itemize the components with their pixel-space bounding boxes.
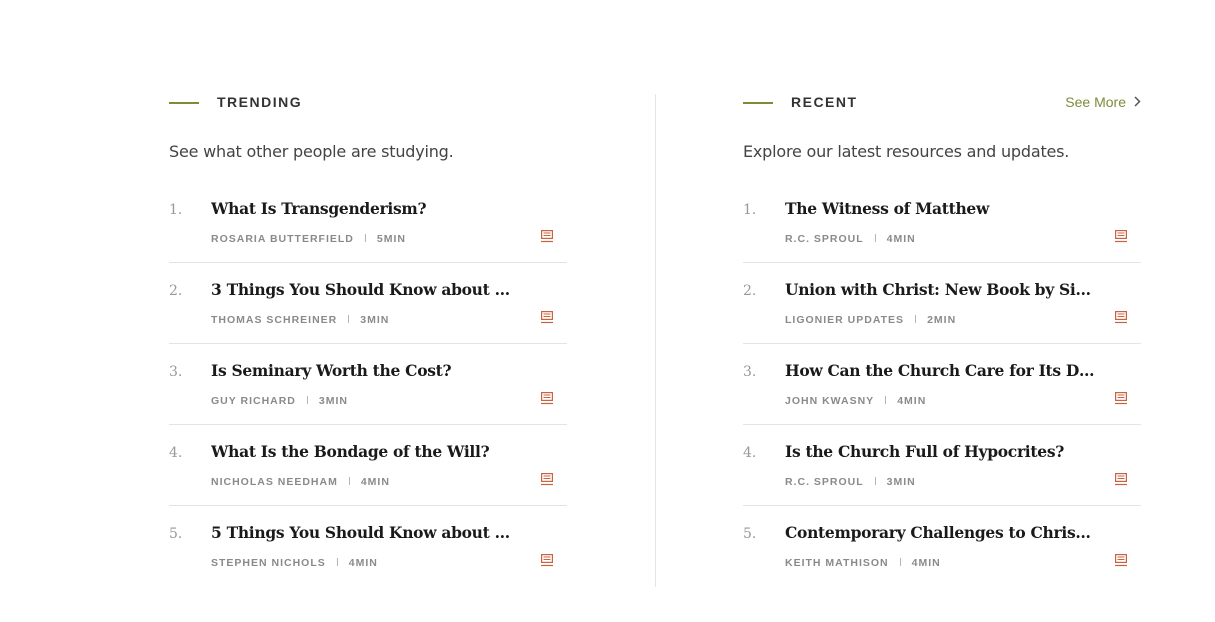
item-author: GUY RICHARD [211,395,296,407]
list-item[interactable]: 1. The Witness of Matthew R.C. SPROUL 4MIN [743,182,1141,263]
meta-separator [364,234,366,242]
list-item[interactable]: 3. How Can the Church Care for Its Disabl… [743,344,1141,425]
item-title[interactable]: What Is Transgenderism? [211,199,521,218]
trending-list: 1. What Is Transgenderism? ROSARIA BUTTERF… [169,182,567,586]
document-icon [1115,311,1128,324]
document-icon [541,392,554,405]
item-duration: 4MIN [911,557,941,569]
item-title[interactable]: The Witness of Matthew [785,199,1095,218]
item-author: ROSARIA BUTTERFIELD [211,233,354,245]
item-author: R.C. SPROUL [785,476,864,488]
item-title[interactable]: What Is the Bondage of the Will? [211,442,521,461]
item-number: 1. [169,202,183,218]
item-author: R.C. SPROUL [785,233,864,245]
meta-separator [885,396,887,404]
chevron-right-icon [1134,94,1141,110]
trending-title: TRENDING [217,94,303,110]
item-meta: NICHOLAS NEEDHAM 4MIN [211,476,390,488]
item-meta: R.C. SPROUL 4MIN [785,233,916,245]
item-duration: 2MIN [927,314,957,326]
item-duration: 4MIN [348,557,378,569]
item-duration: 3MIN [360,314,390,326]
item-author: THOMAS SCHREINER [211,314,338,326]
item-title[interactable]: 3 Things You Should Know about Galatians [211,280,521,299]
item-author: JOHN KWASNY [785,395,875,407]
item-number: 2. [743,283,757,299]
document-icon [541,473,554,486]
meta-separator [306,396,308,404]
item-number: 3. [743,364,757,380]
list-item[interactable]: 4. What Is the Bondage of the Will? NICHOL… [169,425,567,506]
item-meta: ROSARIA BUTTERFIELD 5MIN [211,233,406,245]
meta-separator [874,477,876,485]
document-icon [541,230,554,243]
list-item[interactable]: 5. 5 Things You Should Know about Martin … [169,506,567,586]
item-number: 2. [169,283,183,299]
item-number: 3. [169,364,183,380]
item-title[interactable]: Is the Church Full of Hypocrites? [785,442,1095,461]
see-more-link[interactable]: See More [1065,94,1141,110]
document-icon [541,311,554,324]
recent-title: RECENT [791,94,858,110]
list-item[interactable]: 4. Is the Church Full of Hypocrites? R.C. … [743,425,1141,506]
column-divider [655,94,656,587]
item-meta: GUY RICHARD 3MIN [211,395,348,407]
trending-subtitle: See what other people are studying. [169,142,454,161]
trending-header: TRENDING [169,92,567,114]
item-title[interactable]: Is Seminary Worth the Cost? [211,361,521,380]
document-icon [1115,392,1128,405]
item-title[interactable]: How Can the Church Care for Its Disabled… [785,361,1095,380]
item-author: STEPHEN NICHOLS [211,557,326,569]
meta-separator [915,315,917,323]
item-number: 5. [743,526,757,542]
item-duration: 5MIN [376,233,406,245]
recent-subtitle: Explore our latest resources and updates… [743,142,1070,161]
item-meta: STEPHEN NICHOLS 4MIN [211,557,378,569]
item-author: KEITH MATHISON [785,557,889,569]
item-title[interactable]: Union with Christ: New Book by Sinclair … [785,280,1095,299]
item-meta: R.C. SPROUL 3MIN [785,476,916,488]
document-icon [1115,230,1128,243]
item-number: 4. [743,445,757,461]
meta-separator [348,315,350,323]
document-icon [1115,554,1128,567]
document-icon [541,554,554,567]
item-number: 4. [169,445,183,461]
item-meta: JOHN KWASNY 4MIN [785,395,926,407]
recent-header-line [743,102,773,104]
item-title[interactable]: Contemporary Challenges to Christian Sch… [785,523,1095,542]
item-duration: 3MIN [886,476,916,488]
item-number: 1. [743,202,757,218]
item-meta: LIGONIER UPDATES 2MIN [785,314,956,326]
item-title[interactable]: 5 Things You Should Know about Martin Lu… [211,523,521,542]
meta-separator [874,234,876,242]
see-more-label: See More [1065,94,1126,110]
item-meta: KEITH MATHISON 4MIN [785,557,941,569]
recent-header: RECENT See More [743,92,1141,114]
meta-separator [336,558,338,566]
item-meta: THOMAS SCHREINER 3MIN [211,314,389,326]
item-author: NICHOLAS NEEDHAM [211,476,338,488]
trending-header-line [169,102,199,104]
list-item[interactable]: 2. 3 Things You Should Know about Galatia… [169,263,567,344]
item-duration: 4MIN [886,233,916,245]
document-icon [1115,473,1128,486]
list-item[interactable]: 2. Union with Christ: New Book by Sinclai… [743,263,1141,344]
item-duration: 4MIN [360,476,390,488]
list-item[interactable]: 5. Contemporary Challenges to Christian S… [743,506,1141,586]
item-duration: 4MIN [897,395,927,407]
item-duration: 3MIN [318,395,348,407]
recent-list: 1. The Witness of Matthew R.C. SPROUL 4MIN 2… [743,182,1141,586]
meta-separator [348,477,350,485]
list-item[interactable]: 3. Is Seminary Worth the Cost? GUY RICHARD… [169,344,567,425]
item-number: 5. [169,526,183,542]
item-author: LIGONIER UPDATES [785,314,905,326]
meta-separator [899,558,901,566]
list-item[interactable]: 1. What Is Transgenderism? ROSARIA BUTTERF… [169,182,567,263]
